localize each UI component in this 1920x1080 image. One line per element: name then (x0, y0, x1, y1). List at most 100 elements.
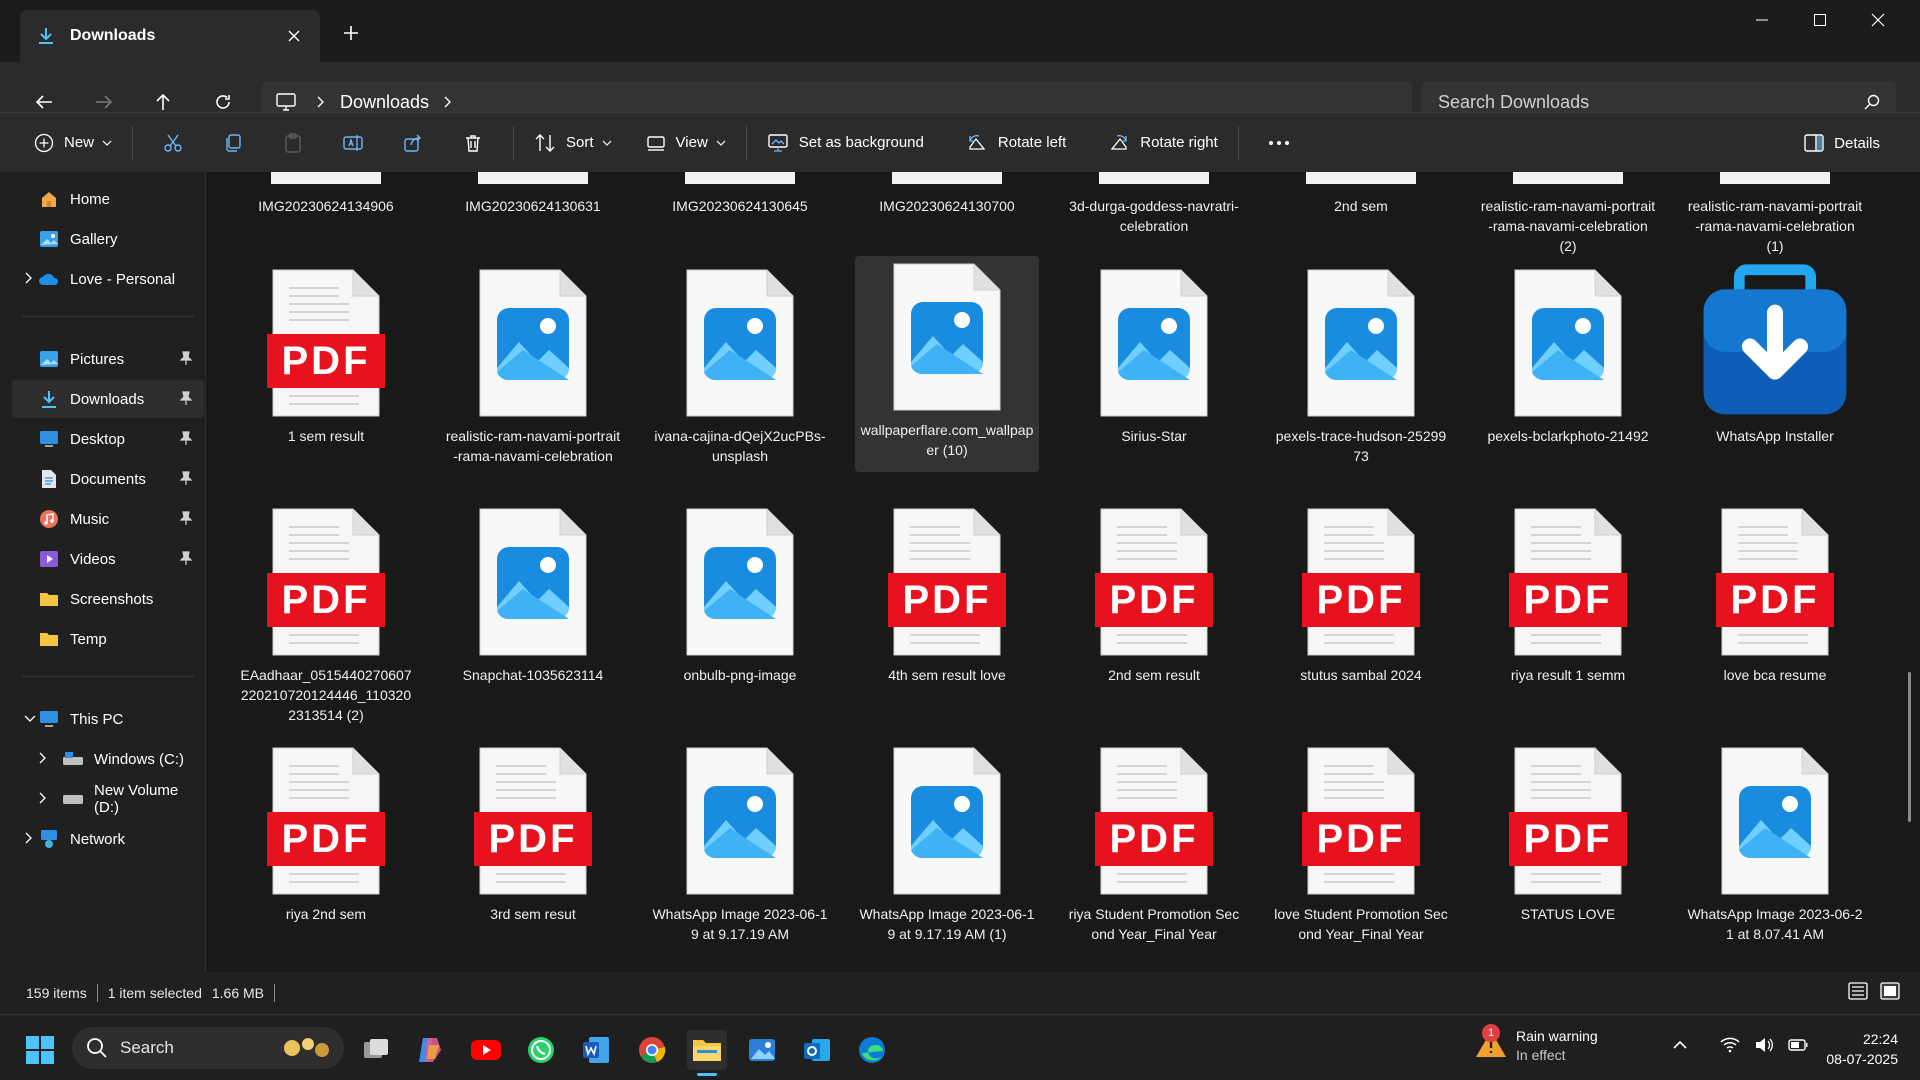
new-button[interactable]: New (24, 123, 122, 163)
rotate-right-button[interactable]: Rotate right (1098, 123, 1228, 163)
rotate-left-button[interactable]: Rotate left (956, 123, 1076, 163)
file-item[interactable]: PDF love bca resume (1683, 501, 1867, 685)
chevron-right-icon[interactable] (24, 271, 34, 288)
copilot-button[interactable] (410, 1030, 450, 1070)
sidebar-item-documents[interactable]: Documents (38, 460, 204, 498)
weather-widget[interactable]: 1 Rain warning In effect (1474, 1024, 1598, 1065)
more-options-button[interactable] (1249, 123, 1309, 163)
file-item[interactable]: PDF riya result 1 semm (1476, 501, 1660, 685)
file-item-label[interactable]: IMG20230624130631 (441, 196, 625, 216)
minimize-button[interactable] (1733, 0, 1791, 40)
task-view-button[interactable] (356, 1030, 396, 1070)
battery-icon[interactable] (1788, 1038, 1808, 1052)
file-item-label[interactable]: IMG20230624134906 (234, 196, 418, 216)
chevron-right-icon[interactable] (38, 751, 48, 768)
file-explorer-button[interactable] (687, 1030, 727, 1076)
maximize-button[interactable] (1791, 0, 1849, 40)
file-item[interactable]: WhatsApp Image 2023-06-19 at 9.17.19 AM … (855, 740, 1039, 944)
file-item-label[interactable]: realistic-ram-navami-portrait-rama-navam… (1683, 196, 1867, 256)
divider (96, 984, 98, 1002)
taskbar-search[interactable]: Search (72, 1027, 344, 1069)
cut-button[interactable] (143, 123, 203, 163)
file-item[interactable]: Sirius-Star (1062, 262, 1246, 446)
file-item[interactable]: PDF 3rd sem resut (441, 740, 625, 924)
sidebar-item-gallery[interactable]: Gallery (38, 220, 230, 258)
delete-button[interactable] (443, 123, 503, 163)
sidebar-item-this-pc[interactable]: This PC (24, 700, 204, 738)
start-button[interactable] (20, 1030, 60, 1070)
photos-button[interactable] (742, 1030, 782, 1070)
sidebar-item-screenshots[interactable]: Screenshots (38, 580, 204, 618)
search-icon[interactable] (1864, 94, 1880, 110)
sidebar-item-downloads[interactable]: Downloads (12, 380, 204, 418)
chevron-up-icon[interactable] (1672, 1039, 1688, 1051)
chevron-down-icon[interactable] (24, 711, 36, 728)
file-item[interactable]: PDF stutus sambal 2024 (1269, 501, 1453, 685)
view-button[interactable]: View (636, 123, 736, 163)
file-item[interactable]: WhatsApp Installer (1683, 262, 1867, 446)
clock[interactable]: 22:24 08-07-2025 (1826, 1029, 1898, 1069)
file-item-label[interactable]: 2nd sem (1269, 196, 1453, 216)
set-as-background-button[interactable]: Set as background (757, 123, 934, 163)
rename-button[interactable] (323, 123, 383, 163)
sort-button[interactable]: Sort (524, 123, 622, 163)
sidebar-item-home[interactable]: Home (38, 180, 230, 218)
file-item[interactable]: PDF riya Student Promotion Second Year_Fi… (1062, 740, 1246, 944)
file-item[interactable]: PDF 2nd sem result (1062, 501, 1246, 685)
file-item[interactable]: wallpaperflare.com_wallpaper (10) (855, 256, 1039, 472)
file-item[interactable]: ivana-cajina-dQejX2ucPBs-unsplash (648, 262, 832, 466)
sidebar-item-windows-c[interactable]: Windows (C:) (39, 740, 204, 778)
file-item[interactable]: PDF EAadhaar_0515440270607220210720124446… (234, 501, 418, 725)
sidebar-item-new-volume-d[interactable]: New Volume (D:) (39, 780, 204, 818)
file-item[interactable]: PDF love Student Promotion Second Year_Fi… (1269, 740, 1453, 944)
chrome-button[interactable] (632, 1030, 672, 1070)
sidebar-item-desktop[interactable]: Desktop (38, 420, 204, 458)
file-item[interactable]: PDF STATUS LOVE (1476, 740, 1660, 924)
file-item-label[interactable]: realistic-ram-navami-portrait-rama-navam… (1476, 196, 1660, 256)
scrollbar-thumb[interactable] (1908, 672, 1911, 822)
file-item[interactable]: pexels-trace-hudson-2529973 (1269, 262, 1453, 466)
youtube-button[interactable] (466, 1030, 506, 1070)
vertical-scrollbar[interactable] (1908, 182, 1912, 962)
details-view-icon[interactable] (1848, 982, 1868, 1000)
file-item[interactable]: onbulb-png-image (648, 501, 832, 685)
large-icons-view-icon[interactable] (1880, 982, 1900, 1000)
sidebar-item-network[interactable]: Network (25, 820, 204, 858)
new-tab-button[interactable] (336, 18, 366, 48)
outlook-button[interactable] (797, 1030, 837, 1070)
copy-button[interactable] (203, 123, 263, 163)
breadcrumb-downloads[interactable]: Downloads (340, 92, 429, 113)
volume-icon[interactable] (1754, 1037, 1774, 1053)
sidebar-item-music[interactable]: Music (38, 500, 204, 538)
file-item-label[interactable]: IMG20230624130700 (855, 196, 1039, 216)
file-item[interactable]: WhatsApp Image 2023-06-19 at 9.17.19 AM (648, 740, 832, 944)
file-item-label: EAadhaar_0515440270607220210720124446_11… (240, 667, 412, 723)
paste-button[interactable] (263, 123, 323, 163)
file-item[interactable]: pexels-bclarkphoto-21492 (1476, 262, 1660, 446)
file-item-label: 2nd sem result (1108, 667, 1200, 683)
chevron-right-icon[interactable] (24, 831, 34, 848)
file-item-label[interactable]: 3d-durga-goddess-navratri-celebration (1062, 196, 1246, 236)
file-item-label[interactable]: IMG20230624130645 (648, 196, 832, 216)
file-item[interactable]: Snapchat-1035623114 (441, 501, 625, 685)
file-item[interactable]: PDF riya 2nd sem (234, 740, 418, 924)
file-item[interactable]: PDF 1 sem result (234, 262, 418, 446)
file-item[interactable]: realistic-ram-navami-portrait-rama-navam… (441, 262, 625, 466)
sidebar-item-pictures[interactable]: Pictures (38, 340, 204, 378)
file-item[interactable]: PDF 4th sem result love (855, 501, 1039, 685)
tab-downloads[interactable]: Downloads (20, 10, 320, 62)
details-button[interactable]: Details (1794, 123, 1890, 163)
word-button[interactable] (576, 1030, 616, 1070)
chevron-right-icon[interactable] (443, 96, 453, 108)
file-item[interactable]: WhatsApp Image 2023-06-21 at 8.07.41 AM (1683, 740, 1867, 944)
sidebar-item-videos[interactable]: Videos (38, 540, 204, 578)
wifi-icon[interactable] (1720, 1037, 1740, 1053)
edge-button[interactable] (852, 1030, 892, 1070)
chevron-right-icon[interactable] (38, 791, 48, 808)
share-button[interactable] (383, 123, 443, 163)
close-window-button[interactable] (1849, 0, 1907, 40)
close-tab-icon[interactable] (284, 26, 304, 46)
sidebar-item-temp[interactable]: Temp (38, 620, 204, 658)
sidebar-item-onedrive[interactable]: Love - Personal (25, 260, 230, 298)
whatsapp-button[interactable] (521, 1030, 561, 1070)
